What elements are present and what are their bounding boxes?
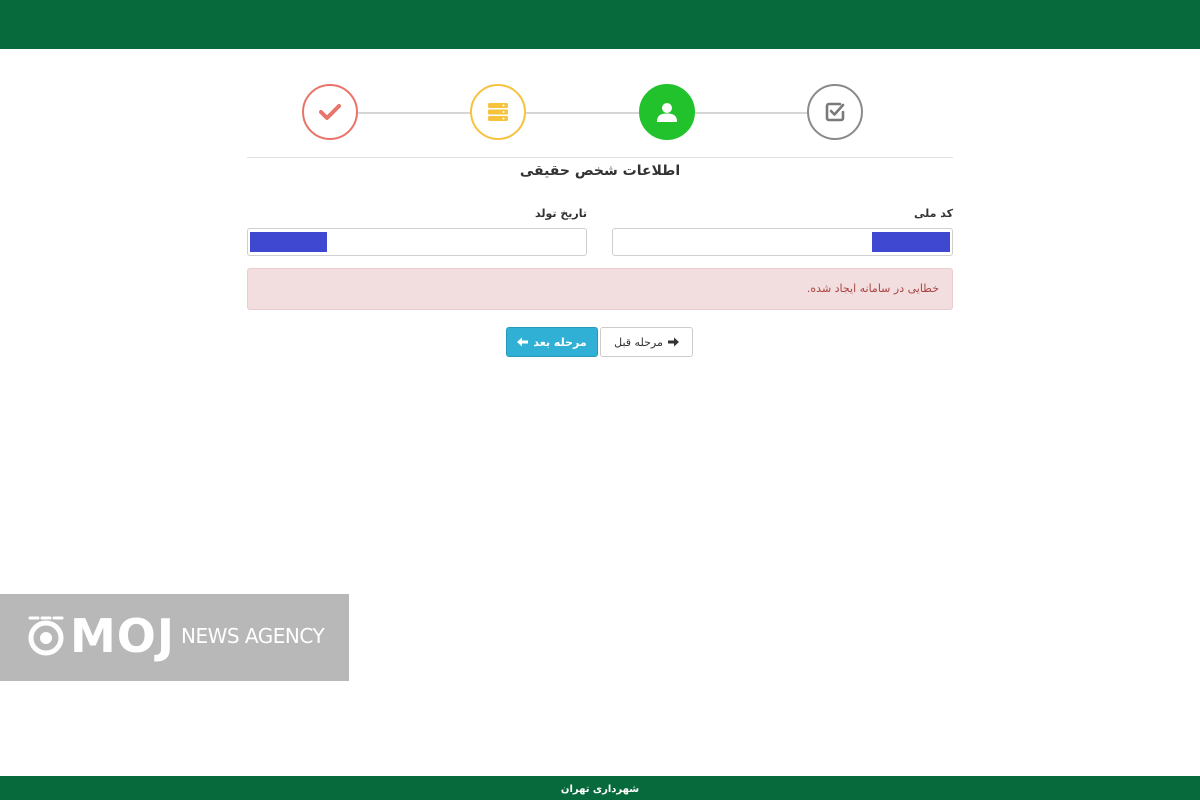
wizard-steps	[247, 84, 953, 144]
step-completed[interactable]	[302, 84, 358, 140]
top-header-bar	[0, 0, 1200, 49]
step-details[interactable]	[470, 84, 526, 140]
server-stack-icon	[488, 103, 508, 121]
moj-logo-icon	[28, 616, 64, 656]
previous-step-button[interactable]: مرحله قبل	[600, 327, 693, 357]
previous-step-label: مرحله قبل	[614, 335, 663, 349]
section-title: اطلاعات شخص حقیقی	[519, 163, 681, 179]
check-icon	[319, 104, 341, 120]
error-alert: خطایی در سامانه ایجاد شده.	[247, 268, 953, 310]
step-personal-info-active[interactable]	[639, 84, 695, 140]
redaction-box	[872, 232, 950, 252]
next-step-label: مرحله بعد	[533, 335, 587, 349]
arrow-left-icon	[517, 337, 529, 347]
next-step-button[interactable]: مرحله بعد	[506, 327, 598, 357]
footer-text: شهرداری تهران	[560, 784, 640, 795]
watermark-overlay: MOJ NEWS AGENCY	[0, 594, 349, 681]
arrow-right-icon	[667, 337, 679, 347]
watermark-subtitle: NEWS AGENCY	[181, 624, 325, 648]
birth-date-field[interactable]	[247, 228, 587, 256]
checkbox-icon	[825, 102, 845, 122]
national-code-field[interactable]	[612, 228, 953, 256]
birth-date-label: تاریخ تولد	[535, 207, 587, 220]
step-confirm[interactable]	[807, 84, 863, 140]
watermark-brand: MOJ	[70, 609, 175, 663]
footer-bar: شهرداری تهران	[0, 776, 1200, 800]
redaction-box	[250, 232, 327, 252]
steps-connector-line	[331, 112, 837, 114]
section-divider	[247, 157, 953, 158]
national-code-label: کد ملی	[913, 207, 953, 220]
error-message: خطایی در سامانه ایجاد شده.	[806, 282, 939, 295]
user-icon	[657, 103, 677, 122]
